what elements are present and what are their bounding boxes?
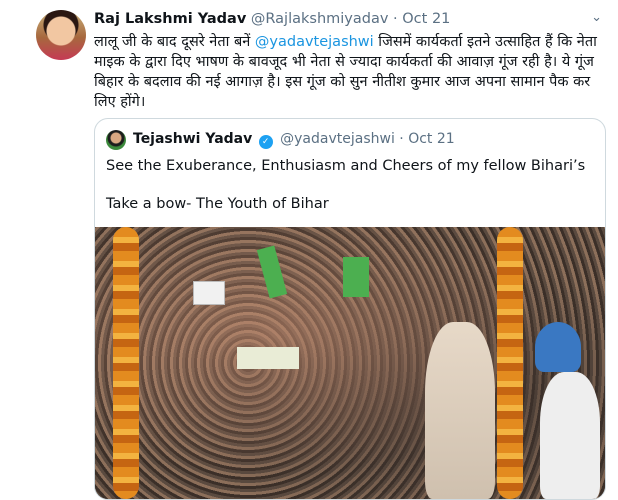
- garland-right: [497, 227, 523, 499]
- tweet-header: Raj Lakshmi Yadav @Rajlakshmiyadav · Oct…: [94, 11, 450, 27]
- banner: [237, 347, 299, 369]
- separator-dot: ·: [399, 131, 404, 147]
- person-white-kurta: [425, 322, 495, 499]
- user-handle[interactable]: @Rajlakshmiyadav: [251, 11, 389, 27]
- display-name[interactable]: Raj Lakshmi Yadav: [94, 11, 246, 27]
- avatar[interactable]: [36, 10, 86, 60]
- placard: [193, 281, 225, 305]
- separator-dot: ·: [393, 11, 398, 27]
- quoted-text-line: Take a bow- The Youth of Bihar: [106, 196, 329, 212]
- quoted-date[interactable]: Oct 21: [408, 131, 454, 147]
- quoted-display-name[interactable]: Tejashwi Yadav: [133, 131, 252, 147]
- person-white-shirt: [540, 372, 600, 499]
- quoted-text-line: See the Exuberance, Enthusiasm and Cheer…: [106, 158, 586, 174]
- tweet[interactable]: Raj Lakshmi Yadav @Rajlakshmiyadav · Oct…: [0, 0, 618, 500]
- quoted-avatar[interactable]: [106, 130, 126, 150]
- quoted-handle[interactable]: @yadavtejashwi: [280, 131, 395, 147]
- video-media[interactable]: [95, 227, 605, 499]
- mention-link[interactable]: @yadavtejashwi: [255, 34, 374, 50]
- green-flag: [256, 245, 288, 299]
- green-flag: [343, 257, 369, 297]
- tweet-text-part: लालू जी के बाद दूसरे नेता बनें: [94, 34, 255, 50]
- chevron-down-icon[interactable]: ⌄: [591, 10, 602, 25]
- tweet-date[interactable]: Oct 21: [402, 11, 450, 27]
- verified-badge-icon: ✓: [258, 135, 273, 149]
- garland-left: [113, 227, 139, 499]
- quoted-tweet[interactable]: Tejashwi Yadav ✓ @yadavtejashwi · Oct 21…: [94, 118, 606, 500]
- person-blue-cap: [535, 322, 581, 372]
- quoted-header: Tejashwi Yadav ✓ @yadavtejashwi · Oct 21: [133, 131, 455, 149]
- tweet-text: लालू जी के बाद दूसरे नेता बनें @yadavtej…: [94, 32, 599, 112]
